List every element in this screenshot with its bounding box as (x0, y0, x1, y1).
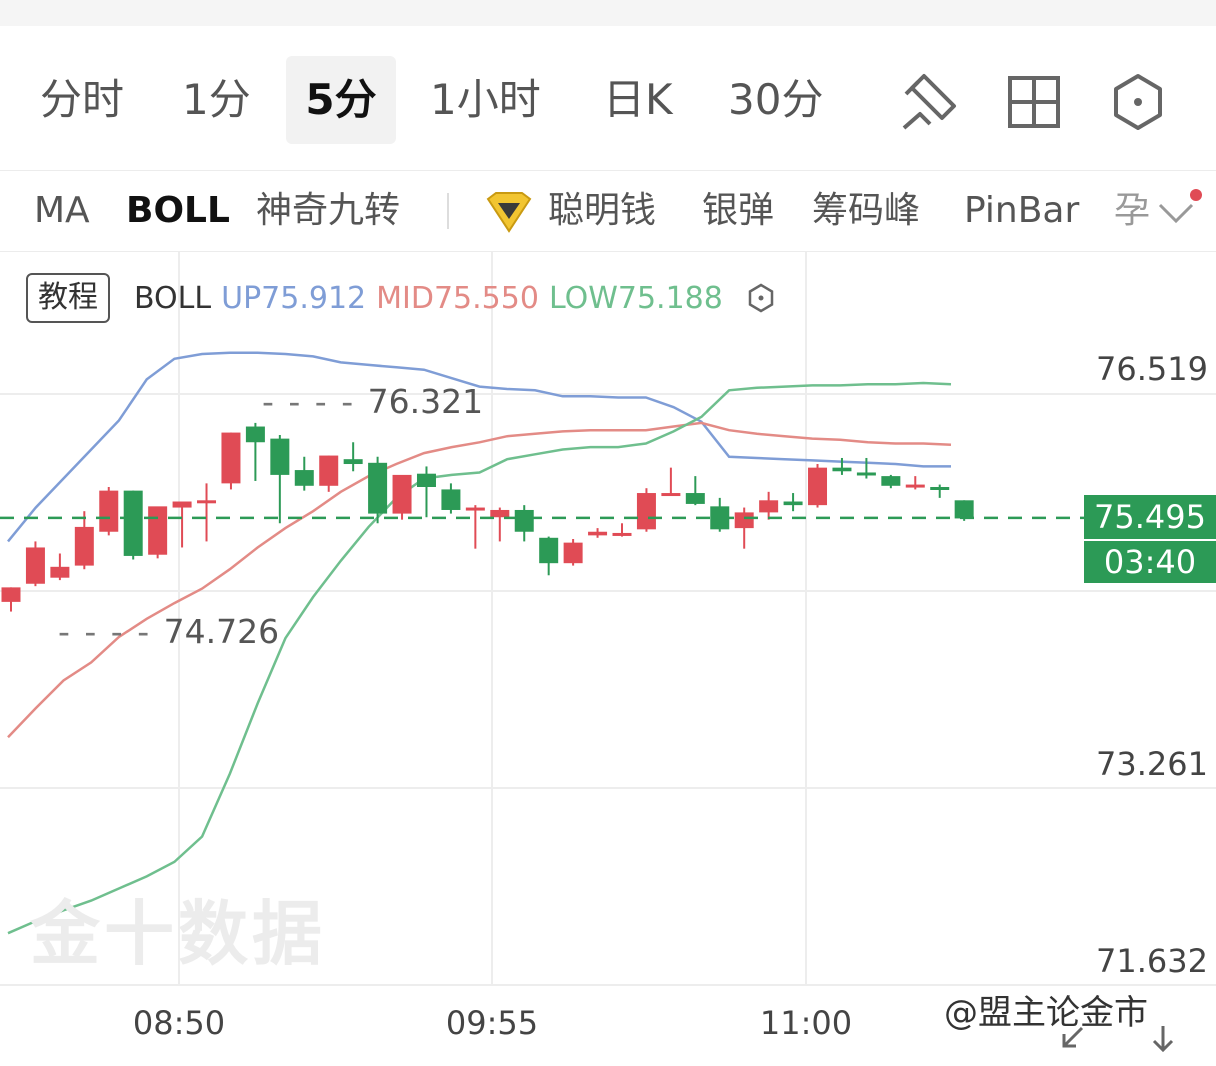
y-tick-76-519: 76.519 (1096, 350, 1208, 388)
candle-body (856, 472, 876, 476)
candle-body (734, 512, 754, 529)
candle-body (148, 506, 168, 555)
candle-body (441, 489, 461, 510)
period-toolbar: 分时 1分 5分 1小时 日K 30分 (0, 26, 1216, 171)
candle-body (294, 470, 314, 486)
candle-body (270, 438, 290, 475)
candle-body (514, 509, 534, 532)
x-tick-0955: 09:55 (445, 1004, 539, 1042)
candle-body (123, 490, 143, 556)
candle-body (343, 459, 363, 465)
candle-body (905, 484, 925, 488)
indicator-silver-bullet[interactable]: 银弹 (702, 171, 774, 251)
candle-body (245, 426, 265, 443)
tab-30min[interactable]: 30分 (728, 56, 823, 144)
candle-body (221, 432, 241, 484)
candle-body (881, 476, 901, 486)
indicator-divider (447, 193, 449, 229)
candle-body (661, 493, 681, 497)
candle-body (392, 474, 412, 514)
candle-body (539, 537, 559, 564)
arrow-down-icon[interactable] (1148, 1022, 1178, 1056)
x-tick-0850: 08:50 (132, 1004, 226, 1042)
notification-dot (1190, 189, 1202, 201)
candle-body (1, 587, 21, 602)
candle-body (636, 493, 656, 530)
author-credit: @盟主论金市 (944, 993, 1148, 1033)
candle-body (416, 473, 436, 487)
candle-body (808, 467, 828, 506)
legend-lower: LOW75.188 (548, 280, 723, 316)
indicator-pinbar[interactable]: PinBar (964, 171, 1079, 251)
y-tick-71-632: 71.632 (1096, 942, 1208, 980)
indicator-harami[interactable]: 孕 (1114, 171, 1150, 251)
candle-body (99, 490, 119, 532)
indicator-bar: MA BOLL 神奇九转 聪明钱 银弹 筹码峰 PinBar 孕 (0, 171, 1216, 252)
candle-body (685, 493, 705, 504)
lower-band-line (7, 381, 952, 935)
diamond-icon (486, 192, 532, 233)
candle-body (783, 501, 803, 506)
tab-5min[interactable]: 5分 (286, 56, 396, 144)
indicator-chip-peak[interactable]: 筹码峰 (812, 171, 920, 251)
current-price-label: 75.495 (1084, 495, 1216, 539)
y-tick-73-261: 73.261 (1096, 745, 1208, 783)
candle-body (368, 462, 388, 514)
candle-body (930, 486, 950, 490)
candle-body (563, 542, 583, 564)
candle-body (490, 509, 510, 518)
legend-settings-icon[interactable] (745, 282, 777, 314)
candle-body (197, 500, 217, 504)
tutorial-button[interactable]: 教程 (26, 273, 110, 323)
legend-mid: MID75.550 (376, 280, 539, 316)
indicator-magic-nine[interactable]: 神奇九转 (256, 171, 400, 251)
draw-pencil-icon[interactable] (898, 70, 962, 134)
high-price-value: 76.321 (367, 382, 484, 421)
x-tick-1100: 11:00 (759, 1004, 853, 1042)
candle-body (50, 566, 70, 578)
status-strip (0, 0, 1216, 26)
indicator-boll[interactable]: BOLL (126, 171, 230, 251)
indicator-smart-money[interactable]: 聪明钱 (548, 171, 656, 251)
tab-timeshare[interactable]: 分时 (40, 56, 124, 144)
tab-1min[interactable]: 1分 (182, 56, 251, 144)
layout-grid-icon[interactable] (1002, 70, 1066, 134)
legend-name: BOLL (134, 280, 212, 316)
zoom-out-icon[interactable] (1058, 1022, 1088, 1052)
low-price-value: 74.726 (163, 612, 280, 651)
legend-upper: UP75.912 (221, 280, 367, 316)
tab-daily[interactable]: 日K (603, 56, 673, 144)
tab-1hour[interactable]: 1小时 (430, 56, 541, 144)
candle-body (954, 500, 974, 519)
candle-body (74, 526, 94, 566)
candle-body (172, 501, 192, 508)
boll-legend: 教程 BOLL UP75.912 MID75.550 LOW75.188 (26, 272, 777, 324)
candle-body (832, 467, 852, 472)
candle-body (465, 507, 485, 511)
indicator-ma[interactable]: MA (34, 171, 90, 251)
low-price-label: - - - - 74.726 (58, 612, 280, 651)
candle-body (759, 500, 779, 513)
settings-hexagon-icon[interactable] (1106, 70, 1170, 134)
chevron-down-icon[interactable] (1156, 199, 1196, 227)
candle-body (25, 547, 45, 584)
high-price-label: - - - - 76.321 (262, 382, 484, 421)
candle-body (588, 531, 608, 536)
countdown-label: 03:40 (1084, 541, 1216, 583)
candle-body (612, 532, 632, 536)
watermark: 金十数据 (30, 893, 326, 975)
candle-body (319, 455, 339, 486)
